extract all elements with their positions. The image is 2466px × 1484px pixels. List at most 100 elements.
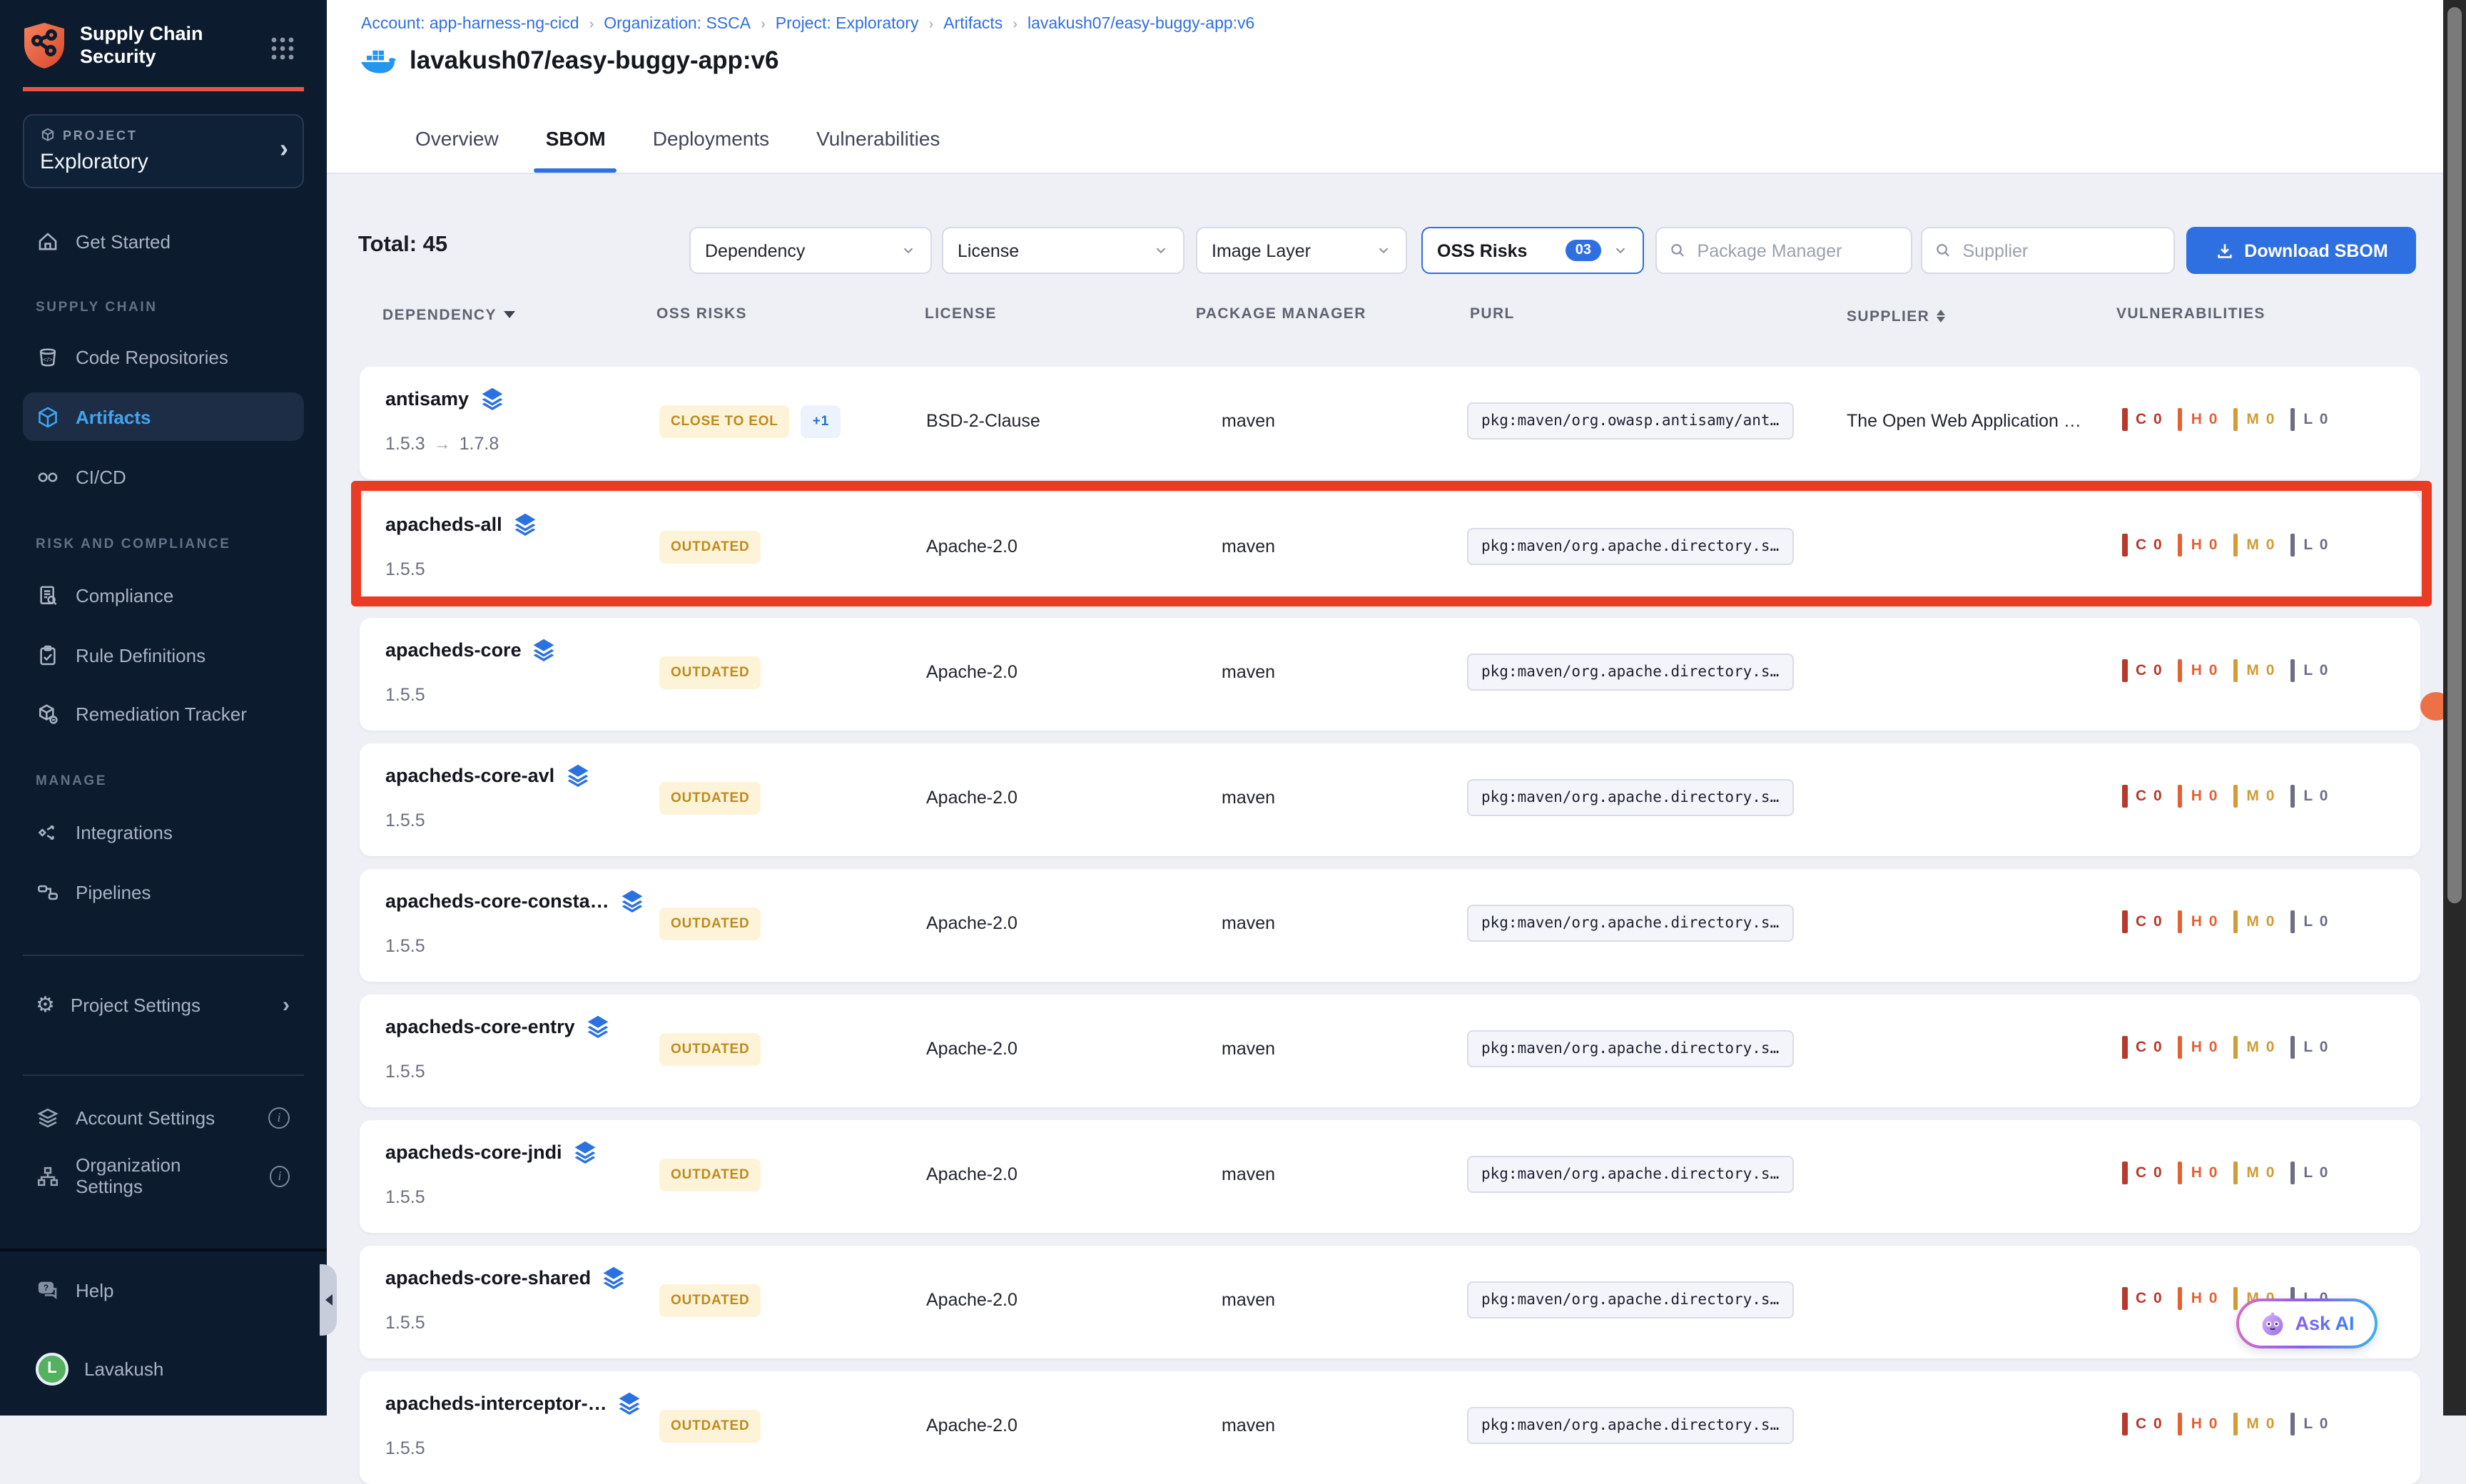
tab-vulnerabilities[interactable]: Vulnerabilities xyxy=(812,104,944,173)
gear-icon: ⚙ xyxy=(36,992,55,1017)
package-manager-cell: maven xyxy=(1222,1290,1275,1310)
purl-chip[interactable]: pkg:maven/org.apache.directory.s… xyxy=(1467,1030,1793,1067)
table-row[interactable]: apacheds-all 1.5.5OUTDATEDApache-2.0mave… xyxy=(360,492,2420,605)
sidebar-user-menu[interactable]: L Lavakush xyxy=(23,1344,304,1393)
table-row[interactable]: apacheds-interceptor-… 1.5.5OUTDATEDApac… xyxy=(360,1371,2420,1484)
filter-dropdown-license[interactable]: License xyxy=(942,227,1184,274)
purl-chip[interactable]: pkg:maven/org.apache.directory.s… xyxy=(1467,779,1793,816)
severity-bar xyxy=(2290,785,2295,808)
oss-risks-cell: OUTDATED xyxy=(659,656,761,689)
vuln-severity-l: L 0 xyxy=(2290,1413,2329,1435)
table-row[interactable]: antisamy 1.5.3→1.7.8CLOSE TO EOL+1BSD-2-… xyxy=(360,367,2420,479)
sidebar-collapse-handle[interactable] xyxy=(320,1264,337,1336)
project-selector[interactable]: PROJECT Exploratory › xyxy=(23,114,304,188)
tab-overview[interactable]: Overview xyxy=(411,104,503,173)
dependency-version: 1.5.5 xyxy=(385,1062,425,1082)
tab-deployments[interactable]: Deployments xyxy=(649,104,773,173)
table-row[interactable]: apacheds-core-shared 1.5.5OUTDATEDApache… xyxy=(360,1246,2420,1358)
tab-sbom[interactable]: SBOM xyxy=(542,104,610,173)
breadcrumb-link[interactable]: Organization: SSCA xyxy=(604,16,751,33)
sidebar-item-artifacts[interactable]: Artifacts xyxy=(23,392,304,441)
share-icon xyxy=(36,820,60,844)
scrollbar-track[interactable] xyxy=(2443,0,2466,1416)
table-row[interactable]: apacheds-core-entry 1.5.5OUTDATEDApache-… xyxy=(360,995,2420,1107)
sbom-content: Total: 45 Dependency License Image Layer… xyxy=(327,174,2466,1416)
oss-risks-cell: OUTDATED xyxy=(659,908,761,940)
filter-dropdown-dependency[interactable]: Dependency xyxy=(689,227,932,274)
breadcrumb-link[interactable]: lavakush07/easy-buggy-app:v6 xyxy=(1028,16,1254,33)
sidebar-item-integrations[interactable]: Integrations xyxy=(23,808,304,856)
sidebar-item-organization-settings[interactable]: Organization Settings i xyxy=(23,1152,304,1200)
purl-chip[interactable]: pkg:maven/org.owasp.antisamy/ant… xyxy=(1467,402,1793,439)
info-icon[interactable]: i xyxy=(268,1107,290,1128)
topbar: Account: app-harness-ng-cicd › Organizatio… xyxy=(327,0,2466,104)
sidebar-item-project-settings[interactable]: ⚙ Project Settings › xyxy=(23,980,304,1029)
supply-chain-security-logo-icon xyxy=(21,21,67,70)
severity-bar xyxy=(2122,534,2127,556)
oss-risks-filter[interactable]: OSS Risks 03 xyxy=(1421,227,1644,274)
download-sbom-button[interactable]: Download SBOM xyxy=(2186,227,2416,274)
app-root: Supply Chain Security PROJECT Explorator… xyxy=(0,0,2466,1416)
breadcrumb-link[interactable]: Project: Exploratory xyxy=(776,16,919,33)
column-header-supplier[interactable]: SUPPLIER xyxy=(1847,305,1945,327)
risk-badge: OUTDATED xyxy=(659,531,761,564)
sidebar-item-pipelines[interactable]: Pipelines xyxy=(23,868,304,916)
sidebar-item-label: Integrations xyxy=(76,821,173,843)
sidebar-item-label: Pipelines xyxy=(76,881,151,903)
sidebar-item-cicd[interactable]: CI/CD xyxy=(23,452,304,501)
table-row[interactable]: apacheds-core-avl 1.5.5OUTDATEDApache-2.… xyxy=(360,743,2420,856)
table-row[interactable]: apacheds-core 1.5.5OUTDATEDApache-2.0mav… xyxy=(360,618,2420,731)
risk-badge[interactable]: +1 xyxy=(801,405,841,438)
vuln-severity-m: M 0 xyxy=(2233,910,2275,933)
supplier-search-input[interactable] xyxy=(1960,239,2161,262)
vuln-severity-l: L 0 xyxy=(2290,659,2329,682)
purl-chip[interactable]: pkg:maven/org.apache.directory.s… xyxy=(1467,1407,1793,1444)
severity-bar xyxy=(2290,1036,2295,1059)
severity-bar xyxy=(2122,910,2127,933)
project-cube-icon xyxy=(40,127,56,143)
severity-bar xyxy=(2233,408,2238,431)
risk-badge: OUTDATED xyxy=(659,1159,761,1191)
filter-dropdown-image-layer[interactable]: Image Layer xyxy=(1196,227,1407,274)
user-name: Lavakush xyxy=(84,1358,163,1379)
app-switcher-grid-icon[interactable] xyxy=(268,34,297,63)
purl-chip[interactable]: pkg:maven/org.apache.directory.s… xyxy=(1467,905,1793,942)
ask-ai-button[interactable]: Ask AI xyxy=(2236,1298,2378,1348)
info-icon[interactable]: i xyxy=(270,1165,290,1186)
table-row[interactable]: apacheds-core-jndi 1.5.5OUTDATEDApache-2… xyxy=(360,1120,2420,1233)
vuln-severity-l: L 0 xyxy=(2290,785,2329,808)
sidebar-item-compliance[interactable]: Compliance xyxy=(23,571,304,619)
sidebar-item-label: Remediation Tracker xyxy=(76,703,247,724)
sidebar-item-account-settings[interactable]: Account Settings i xyxy=(23,1093,304,1142)
oss-risks-cell: CLOSE TO EOL +1 xyxy=(659,405,841,438)
package-manager-search-input[interactable] xyxy=(1695,239,1898,262)
breadcrumb-link[interactable]: Artifacts xyxy=(943,16,1003,33)
risk-badge: CLOSE TO EOL xyxy=(659,405,790,438)
purl-chip[interactable]: pkg:maven/org.apache.directory.s… xyxy=(1467,1156,1793,1193)
breadcrumb-separator: › xyxy=(929,16,934,32)
sidebar-item-get-started[interactable]: Get Started xyxy=(23,217,304,265)
sidebar-item-code-repositories[interactable]: </>Code Repositories xyxy=(23,332,304,381)
table-row[interactable]: apacheds-core-consta… 1.5.5OUTDATEDApach… xyxy=(360,869,2420,982)
scrollbar-thumb[interactable] xyxy=(2447,7,2462,903)
breadcrumb-separator: › xyxy=(1013,16,1018,32)
sidebar-item-help[interactable]: ? Help xyxy=(23,1266,304,1314)
dependency-version: 1.5.5 xyxy=(385,1438,425,1458)
severity-bar xyxy=(2122,1287,2127,1310)
severity-bar xyxy=(2233,1413,2238,1435)
severity-bar xyxy=(2290,910,2295,933)
dependency-name: apacheds-all xyxy=(385,512,537,537)
oss-risks-cell: OUTDATED xyxy=(659,1033,761,1066)
table-header: DEPENDENCYOSS RISKSLICENSEPACKAGE MANAGE… xyxy=(327,305,2466,337)
column-header-dependency[interactable]: DEPENDENCY xyxy=(382,305,515,324)
sidebar-item-remediation-tracker[interactable]: Remediation Tracker xyxy=(23,689,304,738)
purl-chip[interactable]: pkg:maven/org.apache.directory.s… xyxy=(1467,654,1793,691)
severity-bar xyxy=(2178,1287,2183,1310)
purl-chip[interactable]: pkg:maven/org.apache.directory.s… xyxy=(1467,528,1793,565)
page-title-row: lavakush07/easy-buggy-app:v6 xyxy=(360,46,778,76)
search-icon xyxy=(1935,241,1952,260)
arrow-right-icon: → xyxy=(434,434,451,454)
breadcrumb-link[interactable]: Account: app-harness-ng-cicd xyxy=(361,16,579,33)
purl-chip[interactable]: pkg:maven/org.apache.directory.s… xyxy=(1467,1281,1793,1318)
sidebar-item-rule-definitions[interactable]: Rule Definitions xyxy=(23,631,304,679)
